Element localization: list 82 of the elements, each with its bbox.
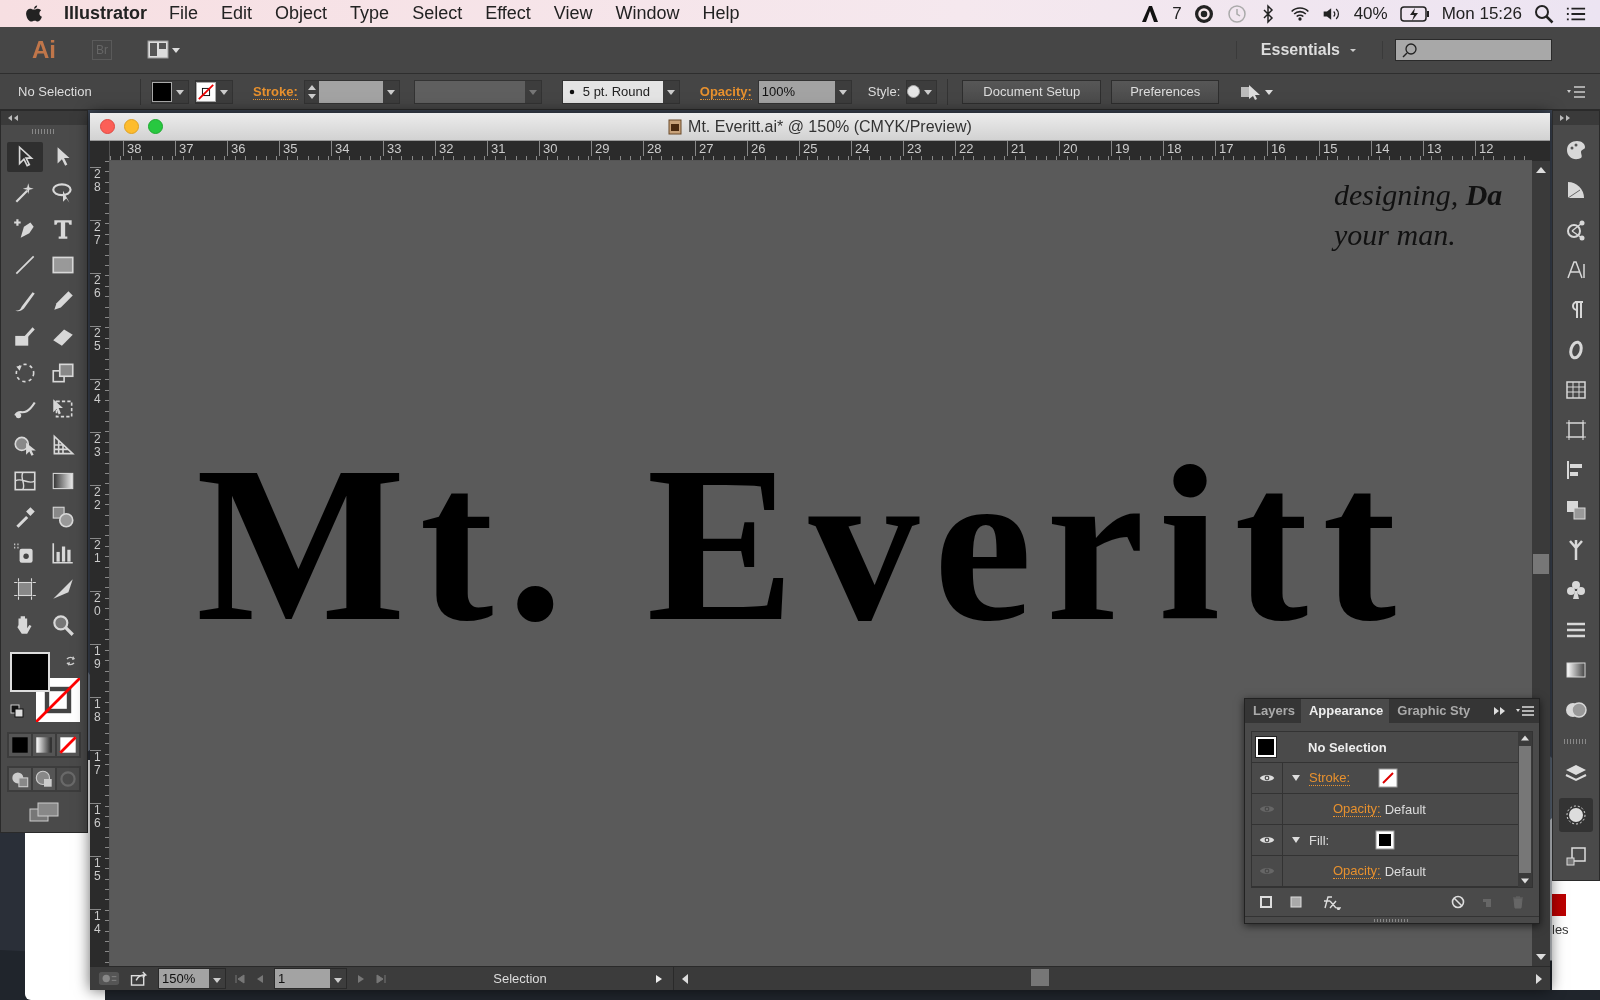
ruler-number: 38 xyxy=(123,141,175,156)
style-label: Style: xyxy=(867,84,901,99)
menu-item[interactable]: Window xyxy=(615,3,680,24)
background-text: les xyxy=(1552,922,1569,937)
ruler-number: 37 xyxy=(175,141,227,156)
menu-item[interactable]: Object xyxy=(275,3,328,24)
ruler-number: 19 xyxy=(90,644,101,697)
ruler-number: 23 xyxy=(903,141,955,156)
ruler-number: 25 xyxy=(90,326,101,379)
ruler-number: 16 xyxy=(90,803,101,856)
ruler-number: 32 xyxy=(435,141,487,156)
brush-dropdown[interactable]: 5 pt. Round xyxy=(561,79,680,104)
zoom-field[interactable]: 150% xyxy=(158,968,226,989)
ruler-number: 19 xyxy=(1111,141,1163,156)
app-menu[interactable]: Illustrator xyxy=(64,3,147,24)
ruler-number: 26 xyxy=(90,273,101,326)
ruler-number: 22 xyxy=(955,141,1007,156)
ruler-number: 26 xyxy=(747,141,799,156)
artboard-field[interactable]: 1 xyxy=(274,968,347,989)
fill-label: Fill: xyxy=(1309,832,1330,848)
notification-count: 7 xyxy=(1172,3,1182,24)
opacity-label[interactable]: Opacity: xyxy=(699,83,752,100)
menu-item[interactable]: Select xyxy=(412,3,463,24)
ruler-number: 30 xyxy=(539,141,591,156)
menu-item[interactable]: Effect xyxy=(485,3,531,24)
ruler-number: 14 xyxy=(90,909,101,962)
body-text: designing, Da xyxy=(1334,177,1503,213)
ruler-number: 25 xyxy=(799,141,851,156)
ruler-number: 15 xyxy=(1319,141,1371,156)
control-button[interactable]: Document Setup xyxy=(962,79,1102,104)
ruler-number: 36 xyxy=(227,141,279,156)
ruler-number: 17 xyxy=(1215,141,1267,156)
menu-clock[interactable]: Mon 15:26 xyxy=(1441,3,1522,24)
ruler-number: 35 xyxy=(279,141,331,156)
control-button[interactable]: Preferences xyxy=(1111,79,1220,104)
ruler-number: 18 xyxy=(90,697,101,750)
ruler-number: 21 xyxy=(1007,141,1059,156)
stroke-label[interactable]: Stroke: xyxy=(1309,770,1351,786)
ruler-number: 20 xyxy=(90,591,101,644)
ruler-number: 22 xyxy=(90,485,101,538)
ruler-number: 28 xyxy=(643,141,695,156)
ruler-number: 13 xyxy=(1423,141,1475,156)
menu-item[interactable]: Type xyxy=(350,3,390,24)
ruler-number: 24 xyxy=(851,141,903,156)
ruler-number: 16 xyxy=(1267,141,1319,156)
menu-item[interactable]: File xyxy=(169,3,199,24)
opacity-label[interactable]: Opacity: xyxy=(1333,801,1381,817)
ruler-number: 27 xyxy=(90,220,101,273)
ruler-number: 20 xyxy=(1059,141,1111,156)
opacity-field[interactable]: 100% xyxy=(757,79,852,104)
menu-item[interactable]: Help xyxy=(702,3,740,24)
panel-tab[interactable]: Appearance xyxy=(1300,699,1390,723)
ruler-number: 28 xyxy=(90,167,101,220)
ruler-number: 23 xyxy=(90,432,101,485)
ruler-number: 31 xyxy=(487,141,539,156)
ruler-number: 14 xyxy=(1371,141,1423,156)
ruler-number: 15 xyxy=(90,856,101,909)
opacity-value: Default xyxy=(1384,863,1426,879)
ruler-number: 21 xyxy=(90,538,101,591)
opacity-value: Default xyxy=(1384,801,1426,817)
current-tool-status: Selection xyxy=(492,971,548,986)
menu-item[interactable]: View xyxy=(553,3,593,24)
battery-percent: 40% xyxy=(1353,3,1388,24)
app-logo: Ai xyxy=(32,36,57,64)
panel-tab[interactable]: Graphic Sty xyxy=(1389,699,1477,723)
opacity-label[interactable]: Opacity: xyxy=(1333,863,1381,879)
ruler-number: 17 xyxy=(90,750,101,803)
ruler-number: 24 xyxy=(90,379,101,432)
headline-text: Mt. Everitt xyxy=(196,433,1411,655)
ruler-number: 29 xyxy=(591,141,643,156)
panel-tab[interactable]: Layers xyxy=(1245,699,1301,723)
workspace-switcher[interactable]: Essentials xyxy=(1235,41,1383,59)
menu-item[interactable]: Edit xyxy=(221,3,253,24)
ruler-number: 18 xyxy=(1163,141,1215,156)
ruler-number: 12 xyxy=(1475,141,1527,156)
ruler-number: 33 xyxy=(383,141,435,156)
stroke-label[interactable]: Stroke: xyxy=(253,83,298,100)
selection-status: No Selection xyxy=(1308,739,1387,755)
selection-status: No Selection xyxy=(18,84,93,99)
window-title: Mt. Everitt.ai* @ 150% (CMYK/Preview) xyxy=(688,117,972,136)
ruler-number: 27 xyxy=(695,141,747,156)
ruler-number: 34 xyxy=(331,141,383,156)
